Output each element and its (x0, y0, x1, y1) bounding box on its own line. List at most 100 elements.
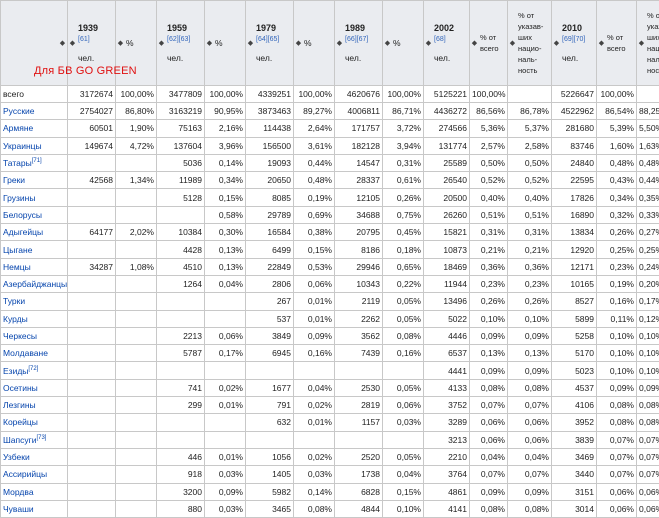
ethnicity-link[interactable]: Ассирийцы (3, 469, 47, 479)
sort-arrows-icon[interactable]: ◆ (116, 39, 125, 47)
ethnicity-link[interactable]: Украинцы (3, 141, 42, 151)
ethnicity-link[interactable]: Немцы (3, 262, 31, 272)
sort-arrows-icon[interactable]: ◆ (470, 39, 479, 47)
data-cell: 22849 (246, 258, 294, 275)
ethnicity-link[interactable]: Грузины (3, 193, 35, 203)
header-col-13[interactable]: ◆% отуказав-шихнацио-наль-ность (637, 1, 659, 86)
header-label-line: нацио- (518, 43, 550, 54)
data-cell: 0,44% (294, 154, 335, 171)
sort-arrows-icon[interactable]: ◆ (597, 39, 606, 47)
header-reference[interactable]: [68] (434, 34, 468, 45)
row-ethnicity-cell: всего (1, 86, 68, 103)
ethnicity-link[interactable]: Азербайджанцы (3, 279, 67, 289)
data-cell: 0,07% (597, 466, 637, 483)
sort-arrows-icon[interactable]: ◆ (508, 39, 517, 47)
header-reference[interactable]: [61] (78, 34, 114, 45)
header-col-10[interactable]: ◆% отуказав-шихнацио-наль-ность (508, 1, 552, 86)
header-col-3[interactable]: ◆% (205, 1, 246, 86)
sort-arrows-icon[interactable]: ◆ (58, 39, 67, 47)
data-cell: 0,26% (470, 293, 508, 310)
header-col-9[interactable]: ◆% отвсего (470, 1, 508, 86)
data-cell: 0,10% (597, 362, 637, 379)
data-cell: 0,40% (470, 189, 508, 206)
header-unit: чел. (256, 53, 292, 64)
sort-arrows-icon[interactable]: ◆ (424, 39, 433, 47)
data-cell (205, 431, 246, 448)
ethnicity-link[interactable]: Русские (3, 106, 35, 116)
sort-arrows-icon[interactable]: ◆ (383, 39, 392, 47)
ethnicity-link[interactable]: Курды (3, 314, 28, 324)
ethnicity-link[interactable]: Лезгины (3, 400, 36, 410)
data-cell: 0,08% (470, 500, 508, 517)
footnote-reference[interactable]: [72] (28, 366, 38, 372)
data-cell (383, 362, 424, 379)
header-col-11[interactable]: ◆2010[69][70]чел. (552, 1, 597, 86)
header-percent: % (304, 38, 333, 49)
table-row: Цыгане44280,13%64990,15%81860,18%108730,… (1, 241, 659, 258)
data-cell: 2210 (424, 448, 470, 465)
header-reference[interactable]: [62][63] (167, 34, 203, 45)
data-cell: 0,07% (637, 431, 659, 448)
header-label-line: % от (480, 32, 506, 43)
data-cell: 0,08% (294, 500, 335, 517)
footnote-reference[interactable]: [71] (32, 158, 42, 164)
header-reference[interactable]: [66][67] (345, 34, 381, 45)
data-cell: 0,06% (597, 500, 637, 517)
header-reference[interactable]: [69][70] (562, 34, 595, 45)
ethnicity-link[interactable]: Шапсуги (3, 435, 36, 445)
data-cell: 6499 (246, 241, 294, 258)
ethnicity-link[interactable]: Черкесы (3, 331, 37, 341)
data-cell: 4441 (424, 362, 470, 379)
ethnicity-link[interactable]: Цыгане (3, 245, 32, 255)
header-col-12[interactable]: ◆% отвсего (597, 1, 637, 86)
data-cell: 156500 (246, 137, 294, 154)
ethnicity-link[interactable]: Узбеки (3, 452, 30, 462)
header-col-7[interactable]: ◆% (383, 1, 424, 86)
sort-arrows-icon[interactable]: ◆ (205, 39, 214, 47)
ethnicity-link[interactable]: Армяне (3, 123, 33, 133)
ethnicity-link[interactable]: Молдаване (3, 348, 48, 358)
sort-arrows-icon[interactable]: ◆ (68, 39, 77, 47)
header-col-6[interactable]: ◆1989[66][67]чел. (335, 1, 383, 86)
header-col-5[interactable]: ◆% (294, 1, 335, 86)
ethnicity-link[interactable]: Белорусы (3, 210, 42, 220)
ethnicity-link[interactable]: Чуваши (3, 504, 34, 514)
data-cell: 1,63% (637, 137, 659, 154)
data-cell (68, 362, 116, 379)
data-cell: 0,32% (597, 206, 637, 223)
sort-arrows-icon[interactable]: ◆ (637, 39, 646, 47)
data-cell: 16890 (552, 206, 597, 223)
data-cell: 0,26% (597, 224, 637, 241)
data-cell: 4510 (157, 258, 205, 275)
footnote-reference[interactable]: [73] (36, 435, 46, 441)
data-cell: 4133 (424, 379, 470, 396)
data-cell (335, 362, 383, 379)
ethnicity-link[interactable]: Езиды (3, 366, 28, 376)
data-cell: 0,05% (383, 379, 424, 396)
sort-arrows-icon[interactable]: ◆ (157, 39, 166, 47)
ethnicity-link[interactable]: Корейцы (3, 417, 38, 427)
sort-arrows-icon[interactable]: ◆ (246, 39, 255, 47)
data-cell: 0,61% (383, 172, 424, 189)
sort-arrows-icon[interactable]: ◆ (294, 39, 303, 47)
ethnicity-link[interactable]: Адыгейцы (3, 227, 43, 237)
data-cell: 0,75% (383, 206, 424, 223)
data-cell: 5128 (157, 189, 205, 206)
sort-arrows-icon[interactable]: ◆ (552, 39, 561, 47)
ethnicity-link[interactable]: Греки (3, 175, 25, 185)
data-cell: 0,02% (294, 397, 335, 414)
header-col-4[interactable]: ◆1979[64][65]чел. (246, 1, 294, 86)
data-cell: 3465 (246, 500, 294, 517)
header-col-2[interactable]: ◆1959[62][63]чел. (157, 1, 205, 86)
data-cell: 0,51% (470, 206, 508, 223)
ethnicity-link[interactable]: Турки (3, 296, 25, 306)
header-reference[interactable]: [64][65] (256, 34, 292, 45)
ethnicity-link[interactable]: Осетины (3, 383, 38, 393)
ethnicity-link[interactable]: Мордва (3, 487, 34, 497)
sort-arrows-icon[interactable]: ◆ (335, 39, 344, 47)
header-col-8[interactable]: ◆2002[68]чел. (424, 1, 470, 86)
ethnicity-link[interactable]: Татары (3, 158, 32, 168)
data-cell: 0,01% (294, 414, 335, 431)
row-ethnicity-cell: Корейцы (1, 414, 68, 431)
data-cell: 0,03% (383, 414, 424, 431)
